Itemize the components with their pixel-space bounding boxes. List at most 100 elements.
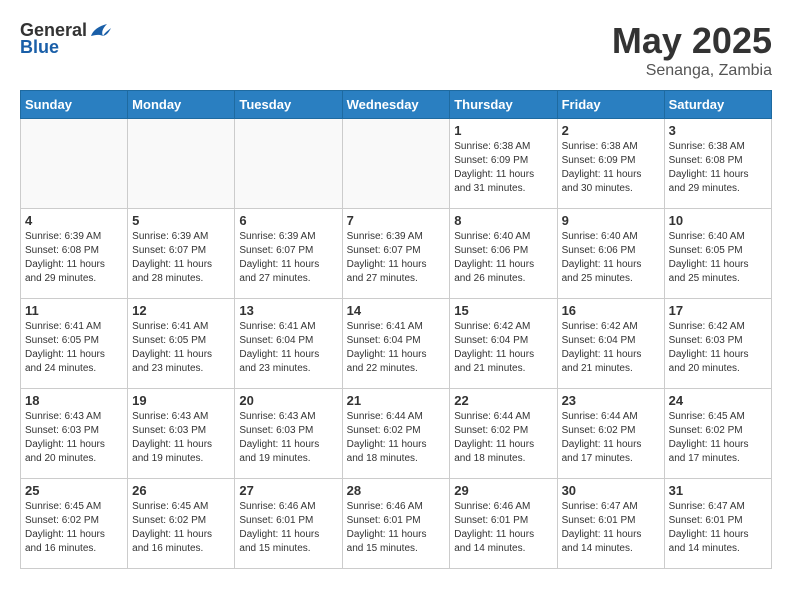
day-number: 30 [562,483,660,498]
day-info: Sunrise: 6:38 AM Sunset: 6:09 PM Dayligh… [562,140,660,196]
day-info: Sunrise: 6:46 AM Sunset: 6:01 PM Dayligh… [454,500,552,556]
day-info: Sunrise: 6:46 AM Sunset: 6:01 PM Dayligh… [347,500,446,556]
day-info: Sunrise: 6:41 AM Sunset: 6:04 PM Dayligh… [347,320,446,376]
day-info: Sunrise: 6:44 AM Sunset: 6:02 PM Dayligh… [454,410,552,466]
weekday-header-friday: Friday [557,91,664,119]
calendar-cell: 26Sunrise: 6:45 AM Sunset: 6:02 PM Dayli… [128,479,235,569]
day-number: 14 [347,303,446,318]
week-row-5: 25Sunrise: 6:45 AM Sunset: 6:02 PM Dayli… [21,479,772,569]
calendar-cell: 28 Sunrise: 6:46 AM Sunset: 6:01 PM Dayli… [342,479,450,569]
day-number: 13 [239,303,337,318]
calendar-cell: 1 Sunrise: 6:38 AM Sunset: 6:09 PM Daylig… [450,119,557,209]
day-info: Sunrise: 6:43 AM Sunset: 6:03 PM Dayligh… [25,410,123,466]
day-number: 5 [132,213,230,228]
month-title: May 2025 [612,20,772,62]
day-info: Sunrise: 6:41 AM Sunset: 6:05 PM Dayligh… [25,320,123,376]
logo-blue: Blue [20,37,59,58]
week-row-4: 18 Sunrise: 6:43 AM Sunset: 6:03 PM Dayli… [21,389,772,479]
calendar-cell: 4 Sunrise: 6:39 AM Sunset: 6:08 PM Daylig… [21,209,128,299]
day-info: Sunrise: 6:40 AM Sunset: 6:06 PM Dayligh… [562,230,660,286]
day-number: 25 [25,483,123,498]
day-info: Sunrise: 6:46 AM Sunset: 6:01 PM Dayligh… [239,500,337,556]
calendar-cell: 2 Sunrise: 6:38 AM Sunset: 6:09 PM Daylig… [557,119,664,209]
weekday-header-thursday: Thursday [450,91,557,119]
calendar-cell: 24 Sunrise: 6:45 AM Sunset: 6:02 PM Dayli… [664,389,771,479]
calendar-cell: 31 Sunrise: 6:47 AM Sunset: 6:01 PM Dayli… [664,479,771,569]
day-info: Sunrise: 6:47 AM Sunset: 6:01 PM Dayligh… [562,500,660,556]
calendar-cell: 30 Sunrise: 6:47 AM Sunset: 6:01 PM Dayli… [557,479,664,569]
calendar-cell: 6 Sunrise: 6:39 AM Sunset: 6:07 PM Daylig… [235,209,342,299]
weekday-header-tuesday: Tuesday [235,91,342,119]
day-info: Sunrise: 6:45 AM Sunset: 6:02 PM Dayligh… [669,410,767,466]
day-number: 23 [562,393,660,408]
day-info: Sunrise: 6:39 AM Sunset: 6:07 PM Dayligh… [347,230,446,286]
calendar-cell: 3Sunrise: 6:38 AM Sunset: 6:08 PM Daylig… [664,119,771,209]
day-info: Sunrise: 6:40 AM Sunset: 6:06 PM Dayligh… [454,230,552,286]
day-number: 1 [454,123,552,138]
calendar-cell: 27 Sunrise: 6:46 AM Sunset: 6:01 PM Dayli… [235,479,342,569]
calendar-cell: 12 Sunrise: 6:41 AM Sunset: 6:05 PM Dayli… [128,299,235,389]
calendar-cell: 7 Sunrise: 6:39 AM Sunset: 6:07 PM Daylig… [342,209,450,299]
day-info: Sunrise: 6:41 AM Sunset: 6:04 PM Dayligh… [239,320,337,376]
calendar-cell: 10 Sunrise: 6:40 AM Sunset: 6:05 PM Dayli… [664,209,771,299]
day-info: Sunrise: 6:42 AM Sunset: 6:04 PM Dayligh… [562,320,660,376]
day-number: 6 [239,213,337,228]
calendar-cell: 8 Sunrise: 6:40 AM Sunset: 6:06 PM Daylig… [450,209,557,299]
weekday-header-monday: Monday [128,91,235,119]
day-number: 17 [669,303,767,318]
day-info: Sunrise: 6:41 AM Sunset: 6:05 PM Dayligh… [132,320,230,376]
weekday-header-saturday: Saturday [664,91,771,119]
week-row-2: 4 Sunrise: 6:39 AM Sunset: 6:08 PM Daylig… [21,209,772,299]
calendar-cell: 14 Sunrise: 6:41 AM Sunset: 6:04 PM Dayli… [342,299,450,389]
weekday-header-sunday: Sunday [21,91,128,119]
day-info: Sunrise: 6:44 AM Sunset: 6:02 PM Dayligh… [562,410,660,466]
calendar-cell: 9 Sunrise: 6:40 AM Sunset: 6:06 PM Daylig… [557,209,664,299]
day-number: 31 [669,483,767,498]
calendar-cell: 23 Sunrise: 6:44 AM Sunset: 6:02 PM Dayli… [557,389,664,479]
day-info: Sunrise: 6:39 AM Sunset: 6:07 PM Dayligh… [132,230,230,286]
day-number: 2 [562,123,660,138]
calendar-cell: 22 Sunrise: 6:44 AM Sunset: 6:02 PM Dayli… [450,389,557,479]
day-number: 21 [347,393,446,408]
week-row-1: 1 Sunrise: 6:38 AM Sunset: 6:09 PM Daylig… [21,119,772,209]
day-number: 24 [669,393,767,408]
day-info: Sunrise: 6:38 AM Sunset: 6:09 PM Dayligh… [454,140,552,196]
day-number: 10 [669,213,767,228]
day-number: 4 [25,213,123,228]
day-number: 18 [25,393,123,408]
day-number: 9 [562,213,660,228]
calendar-cell: 11Sunrise: 6:41 AM Sunset: 6:05 PM Dayli… [21,299,128,389]
weekday-header-wednesday: Wednesday [342,91,450,119]
day-info: Sunrise: 6:39 AM Sunset: 6:07 PM Dayligh… [239,230,337,286]
logo-bird-icon [89,22,111,40]
day-number: 12 [132,303,230,318]
calendar-cell [21,119,128,209]
calendar-cell: 29Sunrise: 6:46 AM Sunset: 6:01 PM Dayli… [450,479,557,569]
logo: General Blue [20,20,111,58]
day-number: 7 [347,213,446,228]
calendar-cell [342,119,450,209]
calendar: SundayMondayTuesdayWednesdayThursdayFrid… [20,90,772,569]
calendar-cell: 19Sunrise: 6:43 AM Sunset: 6:03 PM Dayli… [128,389,235,479]
calendar-cell: 15Sunrise: 6:42 AM Sunset: 6:04 PM Dayli… [450,299,557,389]
day-number: 20 [239,393,337,408]
day-info: Sunrise: 6:40 AM Sunset: 6:05 PM Dayligh… [669,230,767,286]
day-number: 16 [562,303,660,318]
day-info: Sunrise: 6:42 AM Sunset: 6:04 PM Dayligh… [454,320,552,376]
calendar-cell: 13 Sunrise: 6:41 AM Sunset: 6:04 PM Dayli… [235,299,342,389]
calendar-cell: 25Sunrise: 6:45 AM Sunset: 6:02 PM Dayli… [21,479,128,569]
day-info: Sunrise: 6:47 AM Sunset: 6:01 PM Dayligh… [669,500,767,556]
title-area: May 2025 Senanga, Zambia [612,20,772,80]
day-info: Sunrise: 6:43 AM Sunset: 6:03 PM Dayligh… [239,410,337,466]
day-info: Sunrise: 6:39 AM Sunset: 6:08 PM Dayligh… [25,230,123,286]
calendar-cell [235,119,342,209]
day-number: 26 [132,483,230,498]
day-number: 28 [347,483,446,498]
calendar-cell: 16 Sunrise: 6:42 AM Sunset: 6:04 PM Dayli… [557,299,664,389]
day-number: 8 [454,213,552,228]
day-info: Sunrise: 6:43 AM Sunset: 6:03 PM Dayligh… [132,410,230,466]
day-number: 22 [454,393,552,408]
calendar-cell [128,119,235,209]
calendar-cell: 17Sunrise: 6:42 AM Sunset: 6:03 PM Dayli… [664,299,771,389]
day-number: 27 [239,483,337,498]
